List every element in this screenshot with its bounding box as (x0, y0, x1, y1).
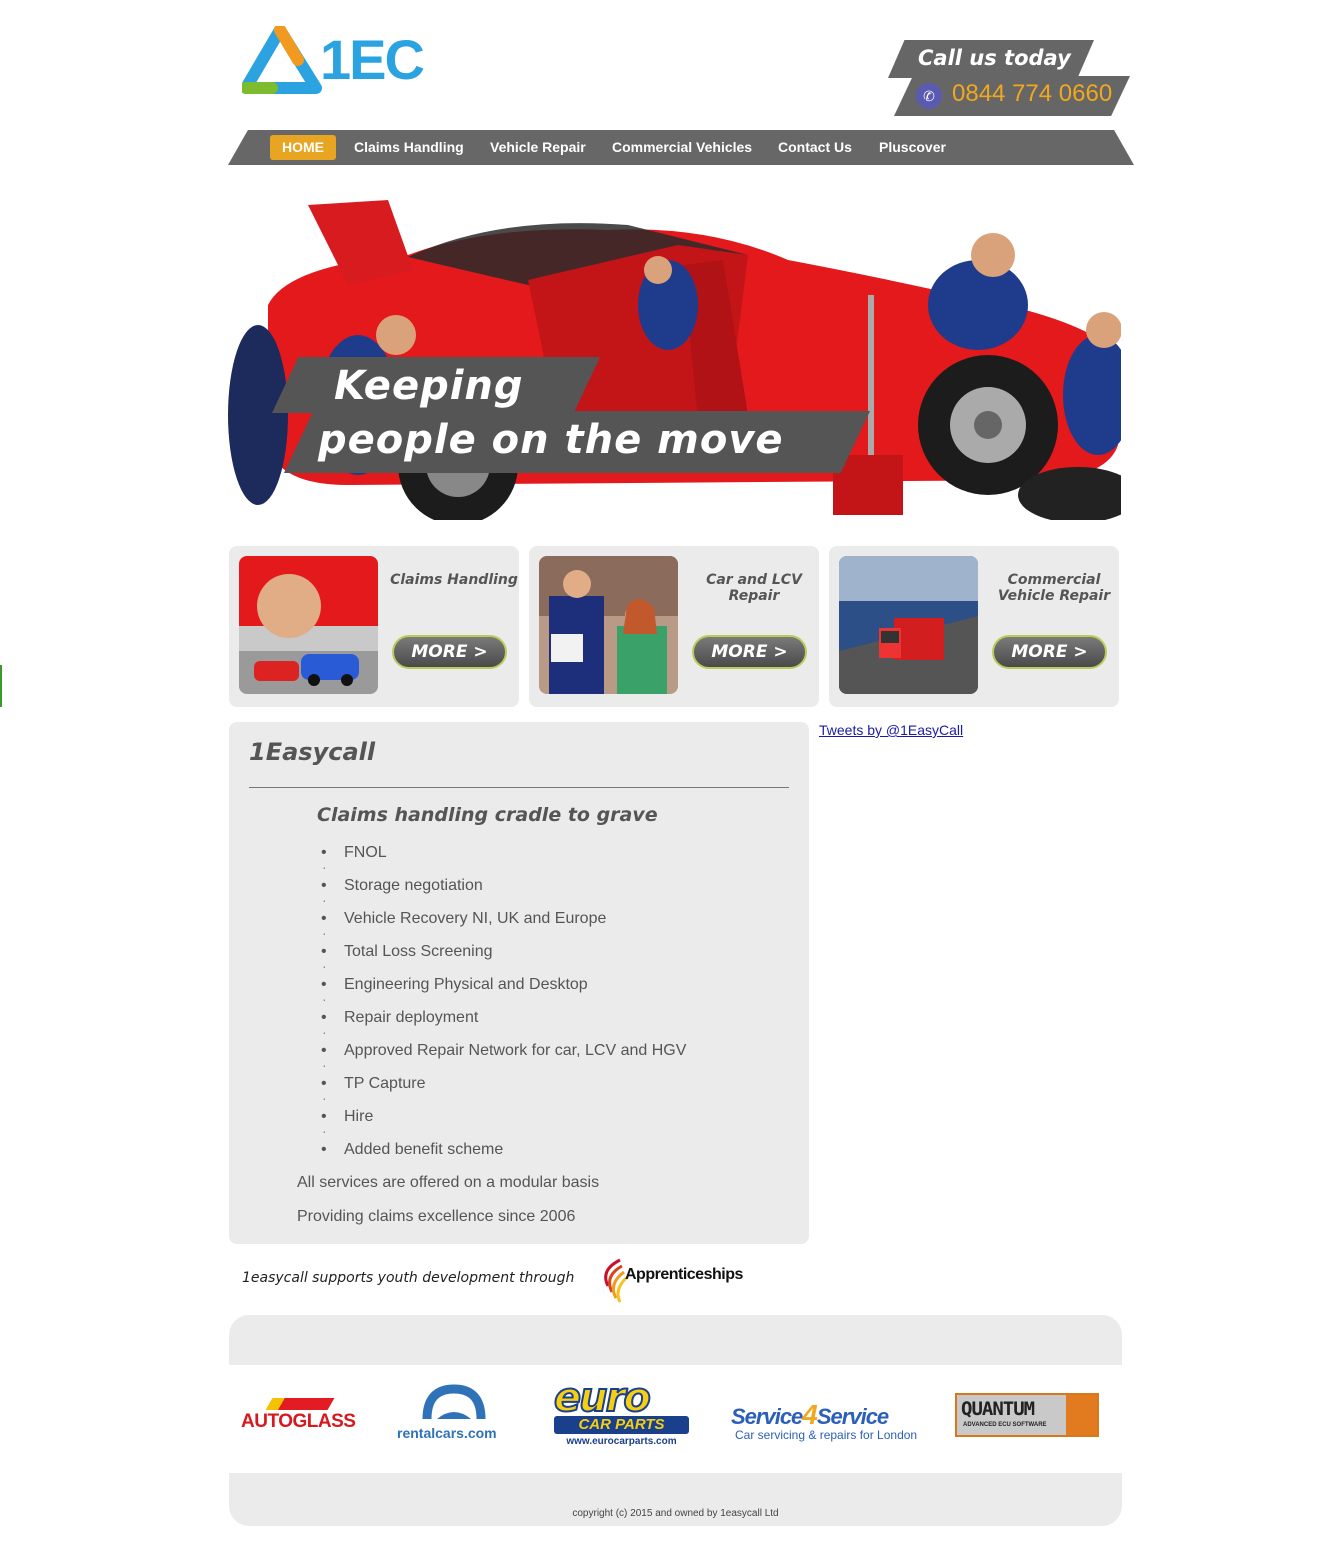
copyright-text: copyright (c) 2015 and owned by 1easycal… (572, 1508, 779, 1519)
logo-text: 1EC (320, 28, 425, 92)
partner-logos: AUTOGLASS rentalcars.com euro CAR PARTS … (229, 1365, 1122, 1473)
hero-headline-1: Keeping (334, 363, 524, 409)
list-item: Vehicle Recovery NI, UK and Europe (321, 906, 761, 946)
eurocarparts-logo[interactable]: euro CAR PARTS www.eurocarparts.com (553, 1375, 694, 1448)
phone-icon: ✆ (916, 83, 942, 109)
tweets-link[interactable]: Tweets by @1EasyCall (819, 722, 963, 738)
s4s-word-a: Service (731, 1404, 803, 1429)
list-item: Storage negotiation (321, 873, 761, 913)
footer-bottom-band: copyright (c) 2015 and owned by 1easycal… (229, 1473, 1122, 1526)
card-commercial-vehicle-repair: Commercial Vehicle Repair MORE > (829, 546, 1119, 707)
list-item: Approved Repair Network for car, LCV and… (321, 1038, 761, 1078)
card-claims-image (239, 556, 378, 694)
call-label: Call us today (918, 46, 1071, 70)
boy-toy-car-image (239, 556, 378, 694)
page: 1EC Call us today ✆ 0844 774 0660 HOME C… (0, 0, 1340, 1546)
rentalcars-arch-icon (422, 1384, 486, 1420)
list-item: FNOL (321, 840, 761, 880)
euro-car-parts-bar: CAR PARTS (554, 1416, 689, 1434)
apprenticeships-logo[interactable]: Apprenticeships (598, 1256, 748, 1304)
mechanic-customer-image (539, 556, 678, 694)
list-item: Engineering Physical and Desktop (321, 972, 761, 1012)
modular-text: All services are offered on a modular ba… (297, 1174, 600, 1191)
content-title: 1Easycall (249, 738, 376, 766)
more-button[interactable]: MORE > (992, 635, 1107, 669)
main-content-panel: 1Easycall Claims handling cradle to grav… (229, 722, 809, 1244)
more-button[interactable]: MORE > (692, 635, 807, 669)
list-item: Repair deployment (321, 1005, 761, 1045)
quantum-subtext: ADVANCED ECU SOFTWARE (963, 1422, 1047, 1428)
list-item: Hire (321, 1104, 761, 1144)
s4s-four: 4 (802, 1399, 818, 1430)
service4service-logo[interactable]: Service4Service Car servicing & repairs … (731, 1389, 926, 1449)
list-item: TP Capture (321, 1071, 761, 1111)
footer-top-band (229, 1315, 1122, 1365)
card-repair-image (539, 556, 678, 694)
rentalcars-logo[interactable]: rentalcars.com (397, 1383, 512, 1443)
truck-image (839, 556, 978, 694)
phone-banner[interactable]: ✆ 0844 774 0660 (894, 76, 1130, 116)
hero-banner: Keeping people on the move (228, 185, 1121, 520)
quantum-logo[interactable]: QUANTUM ADVANCED ECU SOFTWARE (955, 1393, 1099, 1437)
apprenticeships-text: Apprenticeships (625, 1266, 743, 1283)
logo-triangle-icon (240, 24, 322, 94)
card-title: Commercial Vehicle Repair (997, 572, 1111, 604)
card-car-lcv-repair: Car and LCV Repair MORE > (529, 546, 819, 707)
rentalcars-text: rentalcars.com (397, 1425, 497, 1441)
nav-commercial-vehicles[interactable]: Commercial Vehicles (600, 135, 764, 160)
autoglass-text: AUTOGLASS (241, 1411, 356, 1432)
card-claims-handling: Claims Handling MORE > (229, 546, 519, 707)
card-commercial-image (839, 556, 978, 694)
nav-vehicle-repair[interactable]: Vehicle Repair (478, 135, 598, 160)
services-list: FNOL Storage negotiation Vehicle Recover… (321, 840, 761, 1170)
nav-contact-us[interactable]: Contact Us (766, 135, 864, 160)
call-us-box: Call us today ✆ 0844 774 0660 (868, 40, 1130, 116)
autoglass-logo[interactable]: AUTOGLASS (241, 1395, 366, 1435)
phone-number[interactable]: 0844 774 0660 (952, 80, 1112, 108)
card-title: Claims Handling (390, 572, 518, 588)
nav-claims-handling[interactable]: Claims Handling (342, 135, 476, 160)
s4s-wordmark: Service4Service (731, 1399, 889, 1431)
main-nav: HOME Claims Handling Vehicle Repair Comm… (228, 130, 1134, 165)
card-title: Car and LCV Repair (706, 572, 802, 604)
content-divider (249, 787, 789, 788)
edge-marker (0, 665, 2, 707)
call-label-banner: Call us today (888, 40, 1094, 78)
list-item: Added benefit scheme (321, 1137, 761, 1170)
youth-development-text: 1easycall supports youth development thr… (242, 1270, 575, 1286)
s4s-tagline: Car servicing & repairs for London (735, 1428, 918, 1442)
logo-text-value: 1EC (320, 28, 425, 91)
site-logo[interactable]: 1EC (240, 24, 442, 94)
nav-home[interactable]: HOME (270, 135, 336, 160)
hero-headline-2: people on the move (318, 417, 784, 463)
apprenticeships-swirl-icon (604, 1258, 628, 1303)
quantum-text: QUANTUM (961, 1398, 1035, 1420)
euro-word: euro (553, 1375, 652, 1421)
autoglass-stripe-icon (265, 1398, 335, 1410)
content-subtitle: Claims handling cradle to grave (317, 804, 658, 826)
more-button[interactable]: MORE > (392, 635, 507, 669)
nav-pluscover[interactable]: Pluscover (867, 135, 958, 160)
excellence-text: Providing claims excellence since 2006 (297, 1208, 576, 1225)
s4s-word-b: Service (816, 1404, 889, 1429)
list-item: Total Loss Screening (321, 939, 761, 979)
euro-url: www.eurocarparts.com (566, 1436, 677, 1447)
